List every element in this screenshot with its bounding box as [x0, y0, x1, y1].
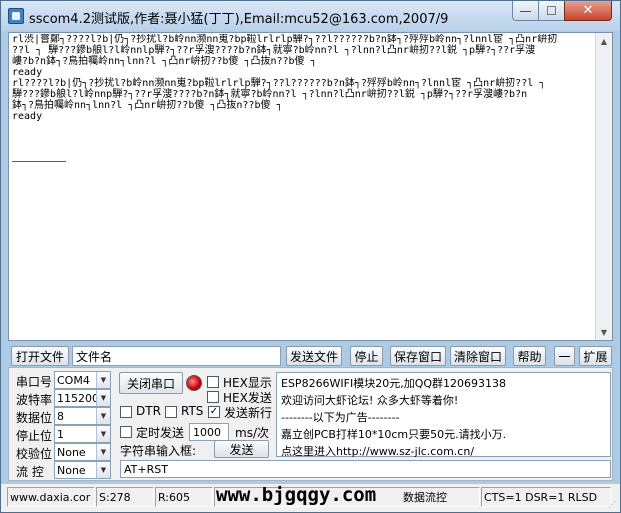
send-newline-checkbox[interactable]: ✓ — [208, 406, 220, 418]
interval-unit: ms/次 — [235, 426, 269, 440]
app-window: sscom4.2测试版,作者:聂小猛(丁丁),Email:mcu52@163.c… — [0, 0, 621, 513]
stop-button[interactable]: 停止 — [350, 346, 383, 366]
settings-panel: 串口号 COM4 ▼ 波特率 115200 ▼ 数据位 8 ▼ 停止位 1 ▼ … — [8, 367, 613, 481]
info-line[interactable]: 点这里进入http://www.sz-jlc.com.cn/ — [281, 443, 606, 460]
databits-value: 8 — [57, 409, 64, 423]
baud-value: 115200 — [57, 391, 99, 405]
window-title: sscom4.2测试版,作者:聂小猛(丁丁),Email:mcu52@163.c… — [29, 12, 449, 27]
receive-line: ready — [12, 111, 43, 122]
help-button[interactable]: 帮助 — [513, 346, 546, 366]
parity-select[interactable]: None ▼ — [54, 443, 111, 461]
chevron-down-icon[interactable]: ▼ — [96, 408, 110, 424]
stopbits-label: 停止位 — [16, 429, 53, 443]
rts-label: RTS — [181, 404, 204, 418]
parity-label: 校验位 — [16, 447, 53, 461]
banner-text: www.bjgqgy.com — [216, 484, 377, 506]
receive-area[interactable]: rl渋|嘗鄭┐????l?b|仍┐?抄扰l?b岭nn濒nn嵬?bp鞡lrlrlp… — [8, 32, 613, 341]
chevron-down-icon[interactable]: ▼ — [96, 426, 110, 442]
status-line-signals: CTS=1 DSR=1 RLSD — [481, 487, 611, 507]
clear-window-button[interactable]: 清除窗口 — [450, 346, 506, 366]
expand-button[interactable]: 扩展 — [579, 346, 612, 366]
receive-line: ready — [12, 67, 43, 78]
receive-line: ??l ┐ 騨???鏒b艆l?l岭nnlp騨?┐??r孚溲????b?n鉢┐就寧… — [12, 45, 536, 56]
status-sent-count: S:278 — [96, 487, 154, 507]
rts-checkbox[interactable] — [165, 406, 177, 418]
vertical-scrollbar[interactable]: ▲ ▼ — [595, 33, 612, 340]
timed-send-label: 定时发送 — [136, 426, 185, 440]
parity-value: None — [57, 445, 86, 459]
info-box[interactable]: ESP8266WIFI模块20元,加QQ群120693138 欢迎访问大虾论坛! … — [276, 372, 611, 460]
save-window-button[interactable]: 保存窗口 — [390, 346, 446, 366]
receive-line: 騨???鏒b艆l?l岭nnp騨?┐??r孚溲????b?n鉢┐就寧?b岭nn?l… — [12, 89, 528, 100]
status-bar: www.daxia.cor S:278 R:605 数据流控 www.bjgqg… — [1, 484, 620, 512]
info-line: --------以下为广告-------- — [281, 411, 400, 424]
baud-label: 波特率 — [16, 393, 53, 407]
resize-grip-icon[interactable]: ⋰ — [608, 500, 618, 510]
close-port-button[interactable]: 关闭串口 — [119, 372, 183, 394]
send-file-button[interactable]: 发送文件 — [286, 346, 342, 366]
minimize-button[interactable]: — — [512, 1, 539, 21]
flow-value: None — [57, 463, 86, 477]
status-received-count: R:605 — [155, 487, 213, 507]
ready-underline — [12, 161, 66, 162]
maximize-button[interactable]: ☐ — [538, 1, 565, 21]
port-status-icon — [186, 375, 202, 391]
baud-select[interactable]: 115200 ▼ — [54, 389, 111, 407]
title-bar[interactable]: sscom4.2测试版,作者:聂小猛(丁丁),Email:mcu52@163.c… — [1, 1, 620, 31]
send-button[interactable]: 发送 — [214, 440, 269, 458]
hex-display-checkbox[interactable] — [207, 376, 219, 388]
timed-send-checkbox[interactable] — [120, 426, 132, 438]
receive-line: rl渋|嘗鄭┐????l?b|仍┐?抄扰l?b岭nn濒nn嵬?bp鞡lrlrlp… — [12, 34, 558, 45]
file-name-input[interactable]: 文件名 — [72, 346, 281, 366]
stopbits-value: 1 — [57, 427, 64, 441]
flow-select[interactable]: None ▼ — [54, 461, 111, 479]
chevron-down-icon[interactable]: ▼ — [96, 390, 110, 406]
receive-line: rl????l?b|仍┐?抄扰l?b岭nn濒nn嵬?bp鞡lrlrlp騨?┐??… — [12, 78, 546, 89]
port-value: COM4 — [57, 373, 90, 387]
info-line: ESP8266WIFI模块20元,加QQ群120693138 — [281, 377, 507, 390]
stopbits-select[interactable]: 1 ▼ — [54, 425, 111, 443]
dtr-label: DTR — [136, 404, 161, 418]
databits-label: 数据位 — [16, 411, 53, 425]
port-label: 串口号 — [16, 375, 53, 389]
scroll-down-icon[interactable]: ▼ — [596, 324, 612, 340]
info-line: 欢迎访问大虾论坛! 众多大虾等着你! — [281, 394, 459, 407]
databits-select[interactable]: 8 ▼ — [54, 407, 111, 425]
status-port-text: 数据流控 — [403, 491, 447, 504]
input-label: 字符串输入框: — [120, 444, 197, 458]
chevron-down-icon[interactable]: ▼ — [96, 462, 110, 478]
open-file-button[interactable]: 打开文件 — [11, 346, 69, 366]
receive-line: 鉢┐?鳥拍囑岭nn┐lnn?l ┐凸nr峅扨??b傻 ┐凸抜n??b傻 ┐ — [12, 100, 283, 111]
chevron-down-icon[interactable]: ▼ — [96, 372, 110, 388]
collapse-button[interactable]: 一 — [554, 346, 575, 366]
scroll-up-icon[interactable]: ▲ — [596, 33, 612, 49]
hex-send-checkbox[interactable] — [207, 391, 219, 403]
send-newline-label: 发送新行 — [224, 406, 273, 420]
dtr-checkbox[interactable] — [120, 406, 132, 418]
receive-text[interactable]: rl渋|嘗鄭┐????l?b|仍┐?抄扰l?b岭nn濒nn嵬?bp鞡lrlrlp… — [12, 34, 595, 339]
close-button[interactable]: ✕ — [564, 1, 612, 21]
send-input[interactable]: AT+RST — [120, 460, 611, 478]
port-select[interactable]: COM4 ▼ — [54, 371, 111, 389]
receive-line: 嶁?b?n鉢┐?鳥拍囑岭nn┐lnn?l ┐凸nr峅扨??b傻 ┐凸抜n??b傻… — [12, 56, 317, 67]
interval-input[interactable]: 1000 — [189, 423, 229, 441]
app-icon — [8, 8, 24, 24]
status-site[interactable]: www.daxia.cor — [7, 487, 95, 507]
flow-label: 流 控 — [16, 465, 44, 479]
chevron-down-icon[interactable]: ▼ — [96, 444, 110, 460]
info-line: 嘉立创PCB打样10*10cm只要50元.请找小万. — [281, 428, 507, 441]
